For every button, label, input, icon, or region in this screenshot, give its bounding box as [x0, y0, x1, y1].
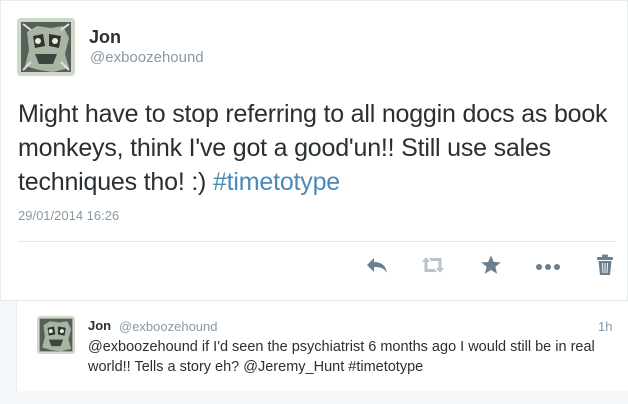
tweet-text: Might have to stop referring to all nogg…	[18, 97, 608, 199]
author-name[interactable]: Jon	[89, 27, 121, 48]
reply-text: @exboozehound if I'd seen the psychiatri…	[88, 339, 595, 375]
author-handle[interactable]: @exboozehound	[90, 49, 204, 66]
main-tweet: Jon @exboozehound Might have to stop ref…	[0, 0, 628, 300]
delete-button[interactable]	[590, 253, 620, 281]
retweet-icon	[419, 255, 447, 280]
hashtag-link[interactable]: #timetotype	[213, 168, 340, 196]
tweet-actions	[1, 253, 628, 281]
divider	[18, 241, 615, 242]
more-button[interactable]	[533, 253, 563, 281]
reply-timestamp[interactable]: 1h	[598, 319, 612, 334]
avatar[interactable]	[17, 18, 75, 76]
reply-author-handle[interactable]: @exboozehound	[119, 319, 218, 334]
star-icon	[480, 254, 502, 281]
trash-icon	[596, 254, 614, 281]
reply-avatar[interactable]	[37, 316, 75, 354]
more-icon	[535, 258, 561, 276]
reply-button[interactable]	[362, 253, 392, 281]
reply-author-name[interactable]: Jon	[88, 318, 111, 333]
tweet-timestamp[interactable]: 29/01/2014 16:26	[18, 208, 119, 223]
reply-icon	[365, 255, 389, 280]
retweet-button[interactable]	[418, 253, 448, 281]
favorite-button[interactable]	[476, 253, 506, 281]
